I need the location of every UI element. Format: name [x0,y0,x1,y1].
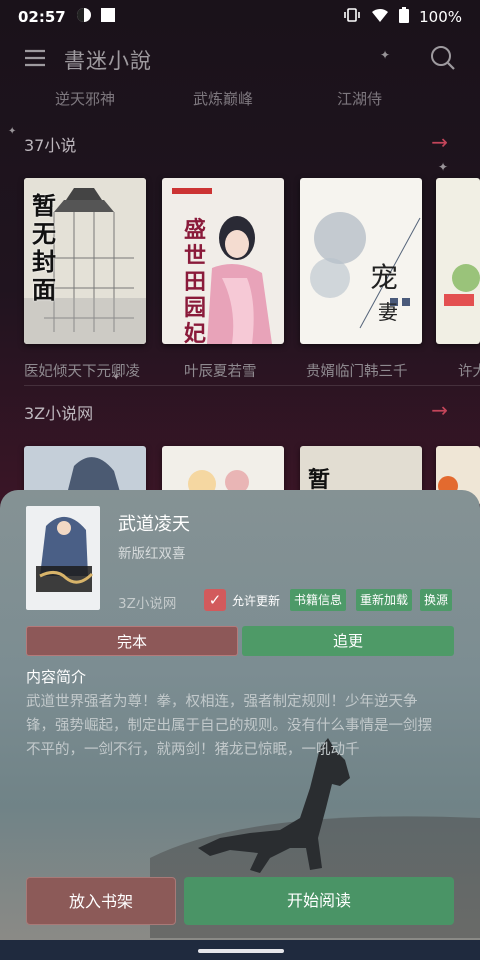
intro-heading: 内容简介 [26,668,87,686]
book-title[interactable]: 许大 [458,360,480,381]
sheet-book-author: 新版红双喜 [118,546,186,562]
sheet-book-source: 3Z小说网 [118,596,177,612]
section-title[interactable]: 3Z小说网 [24,400,93,424]
menu-icon[interactable] [24,49,46,71]
battery-icon [399,7,410,27]
start-reading-button[interactable]: 开始阅读 [184,877,454,925]
book-cover[interactable]: 盛世田园妃 [162,178,284,344]
book-cover[interactable]: 暂无封面 [24,178,146,344]
book-info-chip[interactable]: 书籍信息 [290,589,347,611]
tab-item[interactable]: 逆天邪神 [55,88,115,109]
sheet-book-title: 武道凌天 [118,514,190,535]
battery-percent: 100% [419,8,462,26]
system-nav-bar [0,940,480,960]
category-tabs: 逆天邪神 武炼巅峰 江湖侍 [0,88,480,114]
home-gesture-handle[interactable] [198,949,284,953]
status-complete-button[interactable]: 完本 [26,626,238,656]
change-source-chip[interactable]: 换源 [420,589,453,611]
star-decoration: ✦ [438,160,449,174]
book-title[interactable]: 贵婿临门韩三千 [306,360,408,381]
tab-item[interactable]: 江湖侍 [337,88,382,109]
app-notification-icon [76,7,92,27]
status-bar: 02:57 100% [0,0,480,34]
follow-update-button[interactable]: 追更 [242,626,454,656]
allow-update-checkbox[interactable]: ✓ [204,589,226,611]
arrow-right-icon[interactable]: → [431,398,448,422]
square-notification-icon [100,7,116,27]
tab-item[interactable]: 武炼巅峰 [193,88,253,109]
app-bar: 書迷小說 [0,38,480,82]
book-cover[interactable]: 宠 妻 [300,178,422,344]
divider [24,385,480,386]
star-decoration: ✦ [8,126,17,137]
search-icon[interactable] [430,45,456,75]
vibrate-icon [343,7,361,27]
allow-update-label: 允许更新 [232,594,281,608]
book-title[interactable]: 叶辰夏若雪 [184,360,257,381]
arrow-right-icon[interactable]: → [431,130,448,154]
book-cover[interactable] [436,178,480,344]
reload-chip[interactable]: 重新加载 [356,589,413,611]
add-to-shelf-button[interactable]: 放入书架 [26,877,176,925]
book-title[interactable]: 医妃倾天下元卿凌 [24,360,140,381]
status-time: 02:57 [18,8,66,26]
book-detail-sheet: 武道凌天 新版红双喜 3Z小说网 ✓ 允许更新 书籍信息 重新加载 换源 完本 … [0,490,480,942]
sheet-book-cover[interactable] [26,506,100,610]
section-title[interactable]: 37小说 [24,132,76,156]
wifi-icon [371,7,389,27]
app-title: 書迷小說 [64,49,152,73]
intro-text: 武道世界强者为尊！拳，权相连，强者制定规则！少年逆天争锋，强势崛起，制定出属于自… [26,694,432,758]
